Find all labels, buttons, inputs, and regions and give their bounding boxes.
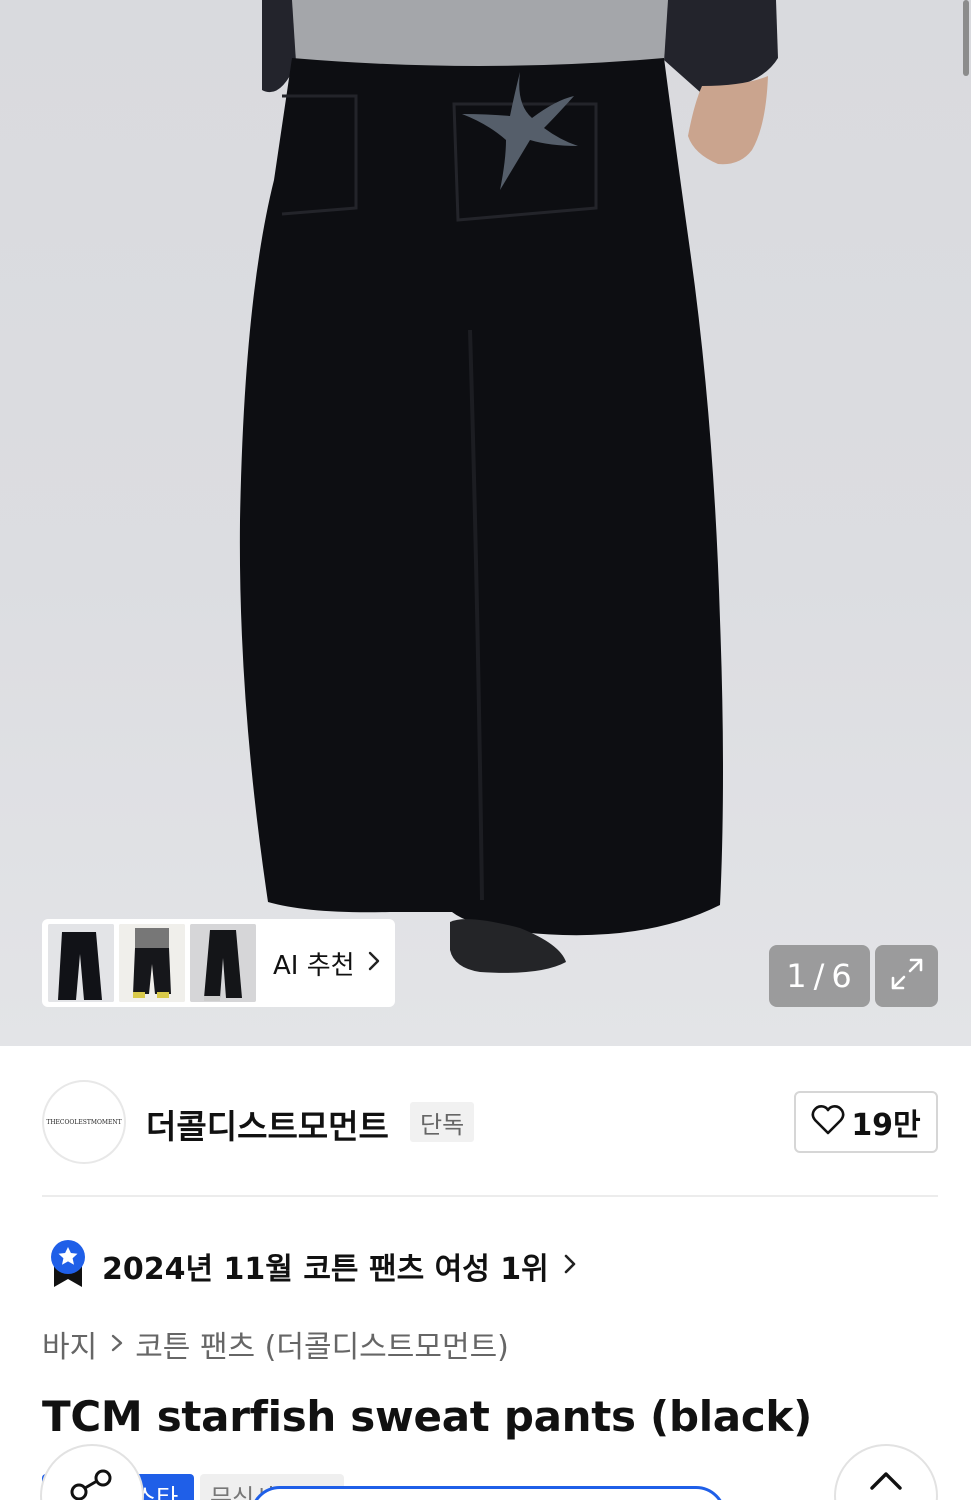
fullscreen-button[interactable]: [875, 945, 938, 1007]
page-scrollbar[interactable]: [963, 0, 969, 76]
ranking-medal-icon: [48, 1239, 88, 1293]
brand-logo[interactable]: THECOOLESTMOMENT: [42, 1080, 126, 1164]
ai-recommend-label: AI 추천: [273, 950, 355, 981]
ai-recommend-card[interactable]: AI 추천: [42, 919, 395, 1007]
share-icon: [67, 1468, 117, 1500]
chevron-right-icon: [111, 1327, 123, 1362]
expand-icon: [887, 954, 927, 998]
product-title: TCM starfish sweat pants (black): [42, 1392, 812, 1441]
brand-row: THECOOLESTMOMENT 더콜디스트모먼트 단독 19만: [42, 1080, 938, 1164]
brand-logo-text: THECOOLESTMOMENT: [46, 1118, 122, 1126]
heart-icon: [811, 1104, 845, 1140]
section-divider: [42, 1195, 938, 1197]
thumbnail-2[interactable]: [119, 924, 185, 1002]
product-image-gallery[interactable]: AI 추천 1 / 6: [0, 0, 971, 1046]
outline-pill-button[interactable]: [250, 1486, 726, 1500]
image-counter-current: 1: [786, 957, 808, 995]
image-counter-total: 6: [831, 957, 853, 995]
breadcrumb-category[interactable]: 바지: [42, 1322, 97, 1366]
ranking-banner[interactable]: 2024년 11월 코튼 팬츠 여성 1위: [48, 1240, 577, 1292]
brand-like-button[interactable]: 19만: [794, 1091, 938, 1153]
chevron-right-icon: [563, 1252, 577, 1280]
breadcrumb: 바지 코튼 팬츠 (더콜디스트모먼트): [42, 1322, 509, 1366]
image-counter: 1 / 6: [769, 945, 870, 1007]
image-counter-separator: /: [813, 957, 826, 995]
like-count: 19만: [851, 1108, 921, 1143]
scroll-top-button[interactable]: [834, 1444, 938, 1500]
chevron-right-icon: [367, 950, 381, 976]
ranking-text: 2024년 11월 코튼 팬츠 여성 1위: [102, 1252, 549, 1287]
thumbnail-3[interactable]: [190, 924, 256, 1002]
share-button[interactable]: [40, 1444, 144, 1500]
thumbnail-1[interactable]: [48, 924, 114, 1002]
breadcrumb-subcategory[interactable]: 코튼 팬츠 (더콜디스트모먼트): [135, 1322, 509, 1366]
exclusive-badge: 단독: [410, 1102, 475, 1142]
product-photo: [239, 0, 778, 973]
chevron-up-icon: [866, 1468, 906, 1496]
brand-name[interactable]: 더콜디스트모먼트: [146, 1100, 389, 1148]
